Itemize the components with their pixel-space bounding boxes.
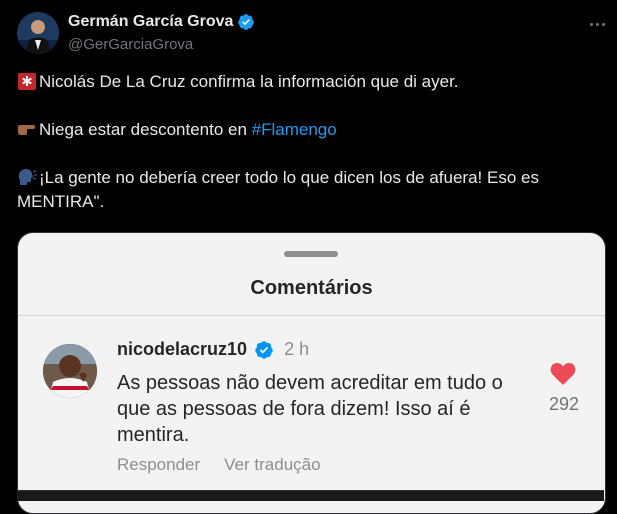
comment-header: nicodelacruz10 2 h — [117, 339, 309, 360]
comment-username: nicodelacruz10 — [117, 339, 248, 359]
embedded-image[interactable]: Comentários nicodelacruz10 2 h As pessoa… — [17, 232, 606, 514]
comment-text: As pessoas não devem acreditar em tudo o… — [117, 372, 503, 446]
hashtag-flamengo-link[interactable]: #Flamengo — [252, 120, 337, 139]
verified-badge-icon — [255, 340, 273, 359]
tweet-line-3-text: ¡La gente no debería creer todo lo que d… — [17, 168, 539, 211]
comments-sheet-title: Comentários — [250, 277, 373, 299]
sheet-grabber — [284, 251, 338, 257]
verified-badge-icon — [238, 14, 255, 30]
comment-like-count: 292 — [548, 394, 580, 414]
more-horizontal-icon — [589, 22, 593, 26]
pointing-right-icon — [18, 125, 35, 135]
speaking-head-icon — [18, 169, 37, 185]
translate-label: Ver tradução — [224, 455, 321, 474]
tweet: Germán García Grova @GerGarciaGrova Nico… — [0, 0, 617, 514]
tweet-line-3: ¡La gente no debería creer todo lo que d… — [17, 166, 597, 214]
tweet-line-1: Nicolás De La Cruz confirma la informaci… — [17, 70, 597, 94]
tweet-text: Nicolás De La Cruz confirma la informaci… — [17, 70, 597, 214]
next-element-edge — [17, 490, 604, 501]
rotating-light-icon — [18, 73, 36, 90]
more-dot — [601, 22, 605, 26]
author-avatar[interactable] — [17, 12, 59, 54]
reply-label: Responder — [117, 455, 201, 474]
tweet-line-2: Niega estar descontento en #Flamengo — [17, 118, 597, 142]
more-dot — [595, 22, 599, 26]
author-handle[interactable]: @GerGarciaGrova — [68, 36, 193, 53]
comment-actions: Responder Ver tradução — [117, 455, 321, 475]
commenter-avatar — [43, 344, 97, 398]
comment-timestamp: 2 h — [284, 339, 310, 359]
heart-filled-icon — [550, 363, 576, 385]
author-name-row[interactable]: Germán García Grova — [68, 13, 255, 31]
tweet-line-2-text: Niega estar descontento en — [39, 120, 252, 139]
author-display-name[interactable]: Germán García Grova — [68, 13, 233, 31]
sheet-divider — [18, 315, 605, 316]
more-options-button[interactable] — [585, 14, 609, 34]
tweet-line-1-text: Nicolás De La Cruz confirma la informaci… — [39, 72, 459, 91]
